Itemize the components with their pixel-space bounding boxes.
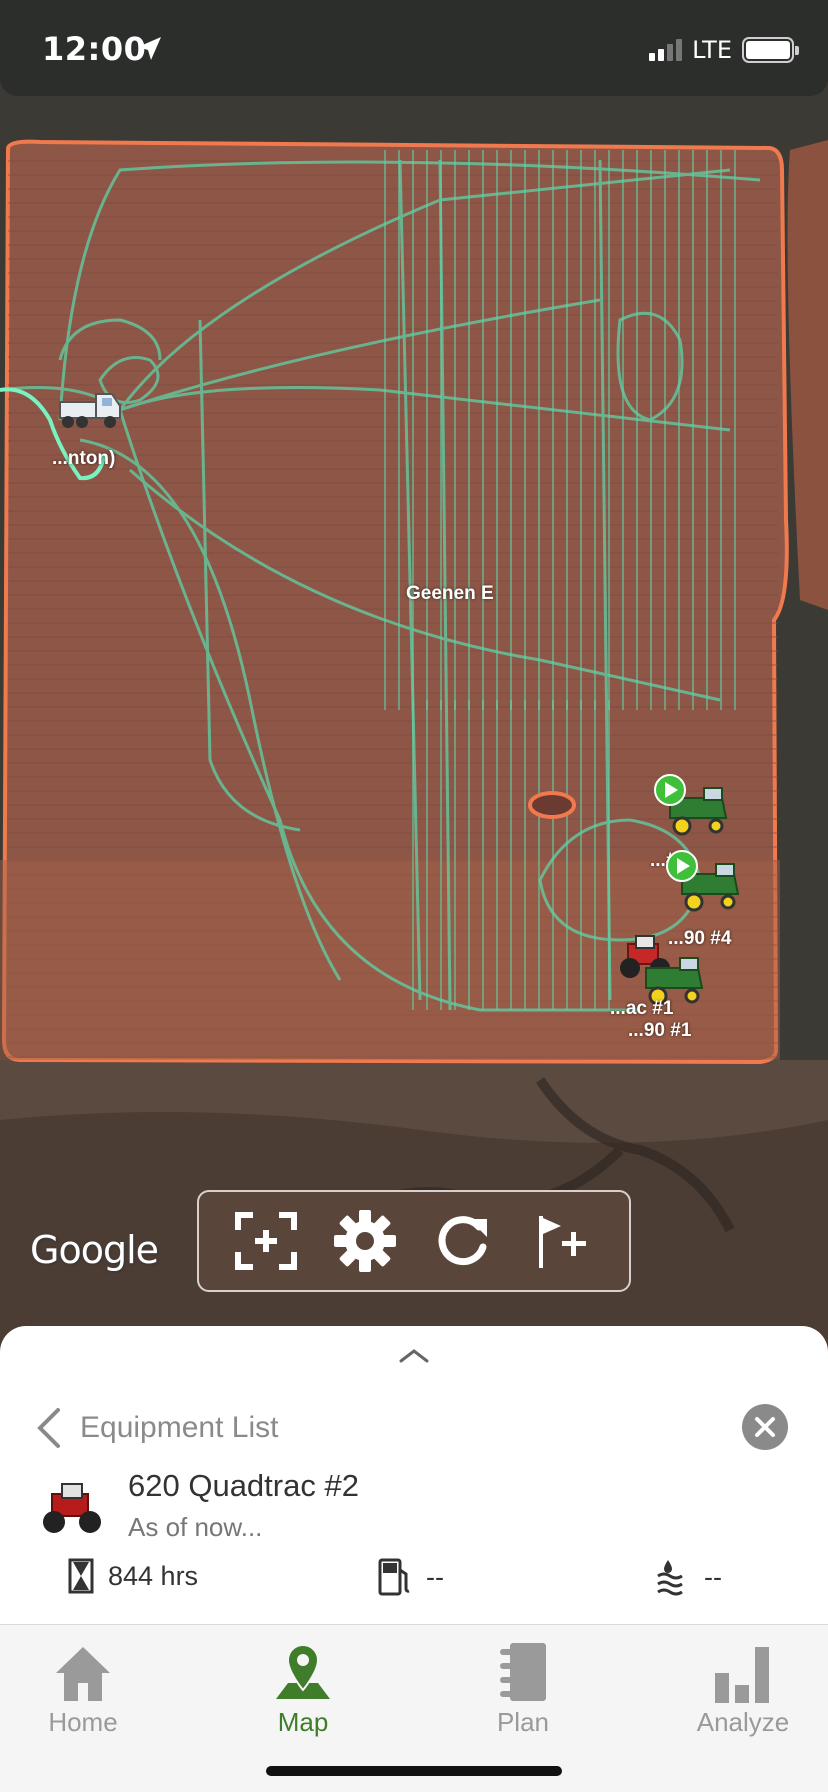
def-stat: -- [654, 1558, 722, 1596]
satellite-map[interactable] [0, 0, 828, 1360]
engine-hours-stat: 844 hrs [68, 1558, 198, 1594]
engine-hours-value: 844 hrs [108, 1560, 199, 1591]
tab-home[interactable]: Home [13, 1639, 153, 1749]
combine-4-marker[interactable] [664, 850, 744, 917]
bar-chart-icon [715, 1647, 769, 1703]
combine-3-marker[interactable] [652, 774, 732, 841]
combine-icon [666, 850, 740, 912]
tab-analyze[interactable]: Analyze [673, 1639, 813, 1749]
fit-extent-icon [235, 1212, 298, 1270]
fuel-stat: -- [378, 1558, 444, 1596]
map-view[interactable]: Geenen E ...nton) ...#3 [0, 0, 828, 1360]
add-flag-button[interactable] [527, 1206, 597, 1276]
truck-marker[interactable] [56, 384, 126, 435]
settings-button[interactable] [330, 1206, 400, 1276]
combine-1-label: ...90 #1 [628, 1020, 692, 1041]
def-value: -- [704, 1561, 722, 1592]
gear-icon [333, 1210, 396, 1272]
home-icon [56, 1647, 110, 1701]
close-icon [755, 1417, 775, 1437]
notebook-icon [500, 1643, 546, 1701]
status-indicators: LTE [649, 36, 799, 64]
back-label: Equipment List [80, 1411, 279, 1444]
tab-plan[interactable]: Plan [453, 1639, 593, 1749]
google-logo: Google [30, 1228, 159, 1272]
semi-truck-icon [59, 393, 121, 428]
map-pin-icon [276, 1643, 330, 1699]
battery-icon [742, 37, 799, 63]
chevron-left-icon [37, 1408, 60, 1448]
tab-analyze-label: Analyze [696, 1707, 790, 1737]
home-indicator [266, 1766, 562, 1776]
map-toolbar [197, 1190, 631, 1292]
chevron-up-icon[interactable] [398, 1346, 430, 1366]
back-to-equipment-list[interactable]: Equipment List [34, 1406, 278, 1450]
refresh-button[interactable] [428, 1206, 498, 1276]
signal-icon [649, 39, 683, 61]
flag-plus-icon [538, 1216, 586, 1268]
tab-map[interactable]: Map [233, 1639, 373, 1749]
refresh-icon [438, 1216, 488, 1266]
status-bar: 12:00 LTE [0, 0, 828, 96]
fit-extent-button[interactable] [231, 1206, 301, 1276]
tractor-1-label: ...ac #1 [610, 998, 674, 1019]
combine-icon [654, 774, 728, 836]
equipment-summary: 620 Quadtrac #2 As of now... [38, 1466, 798, 1556]
tab-map-label: Map [277, 1707, 329, 1737]
tab-home-label: Home [48, 1707, 118, 1737]
location-arrow-icon [138, 37, 161, 60]
as-of-text: As of now... [128, 1512, 263, 1542]
status-time: 12:00 [42, 30, 147, 68]
equipment-stats: 844 hrs -- -- [0, 1558, 828, 1608]
close-button[interactable] [742, 1404, 788, 1450]
field-name-label: Geenen E [406, 583, 494, 604]
truck-label: ...nton) [52, 448, 116, 469]
fuel-value: -- [426, 1561, 444, 1592]
def-fluid-icon [657, 1560, 683, 1596]
network-type: LTE [692, 36, 732, 64]
equipment-detail-sheet: Equipment List 620 Quadtrac #2 As of now… [0, 1326, 828, 1626]
tractor-icon [43, 1483, 101, 1533]
combine-4-label: ...90 #4 [668, 928, 732, 949]
hourglass-icon [68, 1558, 94, 1594]
fuel-pump-icon [378, 1558, 410, 1596]
tab-plan-label: Plan [496, 1707, 550, 1737]
equipment-name: 620 Quadtrac #2 [128, 1468, 359, 1503]
